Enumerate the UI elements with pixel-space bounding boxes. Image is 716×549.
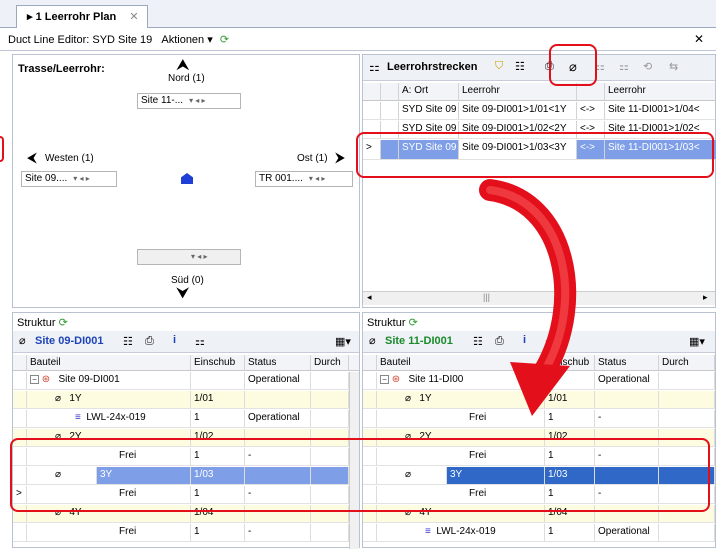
westen-label: Westen (1) <box>45 153 94 164</box>
leerrohrstrecken-toolbar: ⚏ Leerrohrstrecken ⛉ ☷ ⎙ ⌀ ⚏ ⚏ ⟲ ⇆ <box>363 55 715 81</box>
column-header-durch[interactable]: Durch <box>311 355 349 370</box>
cable-icon: ≡ <box>425 526 431 537</box>
tab-arrow-icon: ▸ <box>27 11 36 23</box>
struktur-left-pane: Struktur ⟳ ⌀ Site 09-DI001 ☷ ⎙ i ⚏ ▦▾ Ba… <box>12 312 360 549</box>
refresh-icon[interactable]: ⟳ <box>220 34 229 46</box>
table-layout-icon[interactable]: ▦▾ <box>335 335 351 348</box>
fiber-icon: ⌀ <box>19 335 26 347</box>
red-curved-arrow <box>479 179 577 416</box>
leerrohrstrecken-title: Leerrohrstrecken <box>387 61 478 73</box>
fiber-icon: ⌀ <box>369 335 376 347</box>
nord-combo[interactable]: Site 11-... ▾ ◂ ▸ <box>137 93 241 109</box>
filter-icon[interactable]: ⛉ <box>495 60 503 73</box>
toolbar-icon-b[interactable]: ⚏ <box>619 60 629 73</box>
struktur-left-toolbar: ⌀ Site 09-DI001 ☷ ⎙ i ⚏ ▦▾ <box>13 331 359 353</box>
leerrohr-grid-header: A: Ort Leerrohr Leerrohr <box>363 83 715 101</box>
editor-title: Duct Line Editor: SYD Site 19 <box>8 34 153 46</box>
duct-icon: ⌀ <box>55 393 62 404</box>
ost-combo[interactable]: TR 001.... ▾ ◂ ▸ <box>255 171 353 187</box>
grid-icon[interactable]: ☷ <box>515 60 525 73</box>
toolbar-icon-c[interactable]: ⟲ <box>643 60 652 73</box>
toolbar-icon-d[interactable]: ⇆ <box>669 60 678 73</box>
site-icon: ⊛ <box>391 374 401 385</box>
cable-icon: ≡ <box>75 412 81 423</box>
tab-close-icon[interactable]: ✕ <box>129 11 138 23</box>
tab-leerrohr-plan[interactable]: ▸ 1 Leerrohr Plan ✕ <box>16 5 148 28</box>
table-layout-icon[interactable]: ▦▾ <box>689 335 705 348</box>
struktur-left-site: Site 09-DI001 <box>35 335 104 347</box>
tree-row-duct[interactable]: ⌀ 1Y 1/01 <box>13 391 349 409</box>
editor-header: Duct Line Editor: SYD Site 19 Aktionen ▾… <box>0 29 716 51</box>
column-header-status[interactable]: Status <box>245 355 311 370</box>
struktur-left-grid-header: Bauteil Einschub Status Durch <box>13 355 359 371</box>
aktionen-menu[interactable]: Aktionen ▾ <box>161 34 212 46</box>
tree-row-cable[interactable]: ≡ LWL-24x-019 1 Operational <box>13 410 349 428</box>
tree-row-site[interactable]: − ⊛ Site 09-DI001 Operational <box>13 372 349 390</box>
highlight-toolbar-button <box>549 44 597 86</box>
site-home-icon <box>181 173 193 184</box>
column-header-einschub[interactable]: Einschub <box>191 355 245 370</box>
column-header-ort[interactable]: A: Ort <box>399 83 459 100</box>
sued-arrow-icon: ⮟ <box>176 285 190 302</box>
ost-arrow-icon: ⮞ <box>335 149 346 165</box>
struktur-left-label: Struktur ⟳ <box>17 317 68 329</box>
westen-arrow-icon: ⮜ <box>27 149 37 165</box>
print-icon[interactable]: ⎙ <box>145 335 154 348</box>
column-header-durch[interactable]: Durch <box>659 355 715 370</box>
trasse-heading: Trasse/Leerrohr: <box>18 63 105 75</box>
network-icon: ⚏ <box>369 60 380 74</box>
tree-row-free[interactable]: Frei 1 - <box>13 524 349 542</box>
column-header-bauteil[interactable]: Bauteil <box>27 355 191 370</box>
info-icon[interactable]: i <box>173 334 176 346</box>
sued-combo[interactable]: ▾ ◂ ▸ <box>137 249 241 265</box>
left-edge-marker <box>0 136 4 162</box>
ost-label: Ost (1) <box>297 153 328 164</box>
tree-row-cable[interactable]: ≡ LWL-24x-019 1 Operational <box>363 524 715 542</box>
grid-icon[interactable]: ☷ <box>123 335 133 348</box>
site-icon: ⊛ <box>41 374 51 385</box>
nord-label: Nord (1) <box>168 73 205 84</box>
west-combo[interactable]: Site 09.... ▾ ◂ ▸ <box>21 171 117 187</box>
tab-title: 1 Leerrohr Plan <box>35 11 117 23</box>
document-tab-bar: ▸ 1 Leerrohr Plan ✕ <box>0 0 716 28</box>
column-header-leerrohr-b[interactable]: Leerrohr <box>605 83 716 100</box>
struktur-right-site: Site 11-DI001 <box>385 335 453 347</box>
highlight-struktur-rows <box>10 438 710 512</box>
editor-close-icon[interactable]: ✕ <box>694 32 704 46</box>
network-icon[interactable]: ⚏ <box>195 335 205 348</box>
table-row[interactable]: SYD Site 09 Site 09-DI001>1/01<1Y <-> Si… <box>363 102 715 120</box>
trasse-pane: Trasse/Leerrohr: ⮝ Nord (1) Site 11-... ▾… <box>12 54 360 308</box>
struktur-right-label: Struktur ⟳ <box>367 317 418 329</box>
duct-icon: ⌀ <box>405 393 412 404</box>
